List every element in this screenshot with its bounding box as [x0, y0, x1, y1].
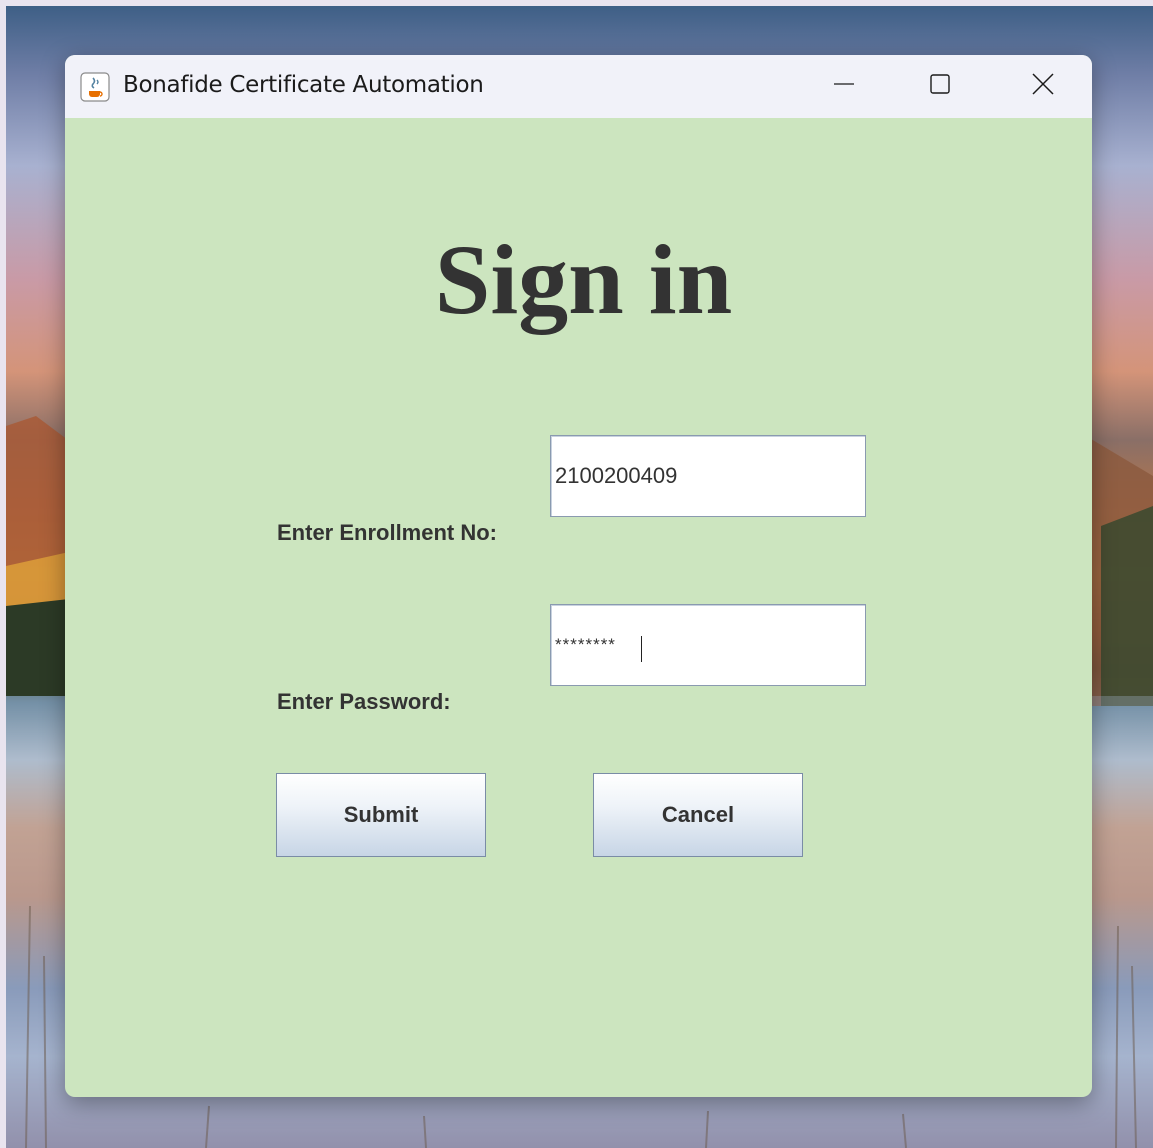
text-caret: [641, 636, 642, 662]
password-input[interactable]: [550, 604, 866, 686]
enrollment-label: Enter Enrollment No:: [277, 520, 498, 545]
password-label: Enter Password:: [277, 689, 451, 714]
close-button[interactable]: [993, 55, 1092, 118]
maximize-icon: [929, 73, 951, 100]
enrollment-input[interactable]: [550, 435, 866, 517]
close-icon: [1031, 72, 1055, 101]
minimize-button[interactable]: [796, 55, 892, 118]
submit-button[interactable]: Submit: [276, 773, 486, 857]
title-bar[interactable]: Bonafide Certificate Automation: [65, 55, 1092, 118]
maximize-button[interactable]: [892, 55, 988, 118]
minimize-icon: [833, 73, 855, 100]
cancel-button[interactable]: Cancel: [593, 773, 803, 857]
window-title: Bonafide Certificate Automation: [123, 72, 484, 98]
sign-in-panel: Sign in Enter Enrollment No: Enter Passw…: [65, 118, 1092, 1097]
app-window: Bonafide Certificate Automation Sign in …: [65, 55, 1092, 1097]
heading-text: Sign in: [434, 224, 733, 335]
page-title: Sign in: [65, 230, 1092, 330]
java-cup-icon: [80, 72, 110, 102]
